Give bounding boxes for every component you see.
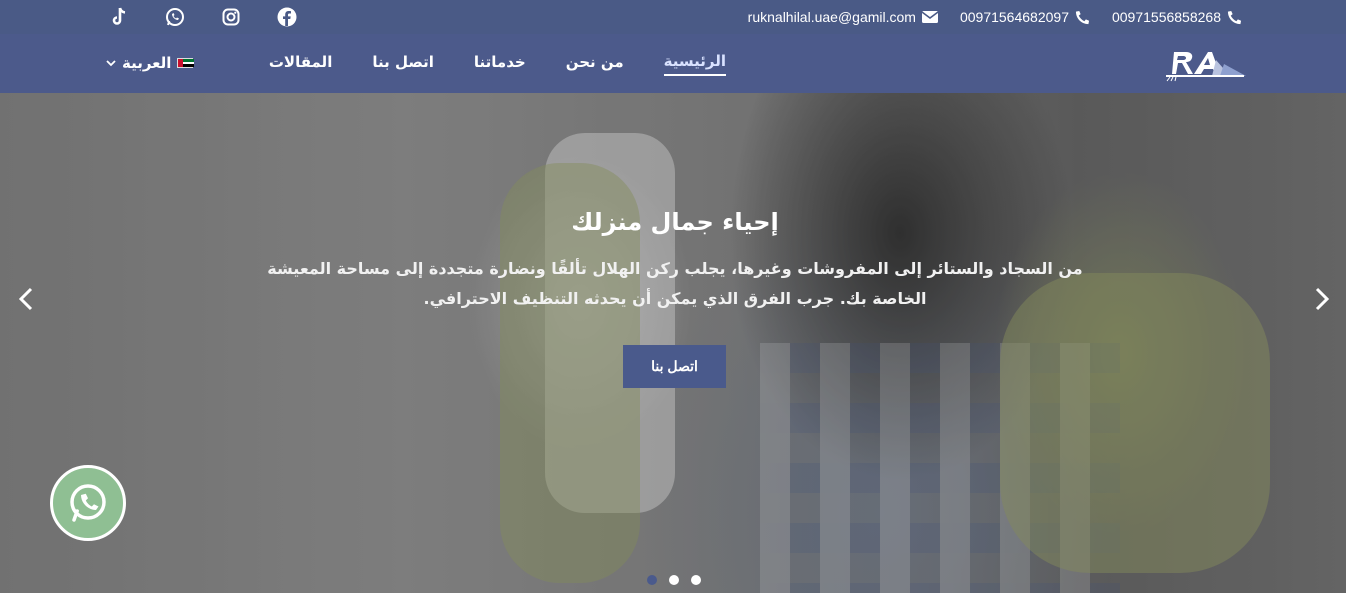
instagram-icon[interactable] <box>220 6 242 28</box>
slider-dot-1[interactable] <box>647 575 657 585</box>
uae-flag-icon <box>177 58 195 68</box>
chevron-right-icon <box>1315 287 1329 311</box>
nav-item-contact[interactable]: اتصل بنا <box>372 53 434 75</box>
hero-overlay <box>0 93 1346 593</box>
slider-dot-2[interactable] <box>669 575 679 585</box>
slider-prev-arrow[interactable] <box>14 283 38 315</box>
nav-item-home[interactable]: الرئيسية <box>663 52 726 76</box>
nav-item-about[interactable]: من نحن <box>566 53 624 75</box>
contact-info: ruknalhilal.uae@gamil.com 00971564682097… <box>748 0 1242 34</box>
social-links <box>108 6 298 28</box>
facebook-icon[interactable] <box>276 6 298 28</box>
hero-slider: إحياء جمال منزلك من السجاد والستائر إلى … <box>0 93 1346 593</box>
slider-dots <box>647 575 701 585</box>
email-text: ruknalhilal.uae@gamil.com <box>747 9 916 25</box>
phone-link-1[interactable]: 00971564682097 <box>960 9 1090 25</box>
hero-text-line-1: من السجاد والستائر إلى المفروشات وغيرها،… <box>267 259 1083 278</box>
phone-link-2[interactable]: 00971556858268 <box>1112 9 1242 25</box>
nav-item-services[interactable]: خدماتنا <box>474 53 526 75</box>
language-label: العربية <box>122 54 172 72</box>
phone-icon <box>1227 10 1242 24</box>
tiktok-icon[interactable] <box>108 6 130 28</box>
hero-title: إحياء جمال منزلك <box>571 208 779 236</box>
nav-menu: الرئيسية من نحن خدماتنا اتصل بنا المقالا… <box>269 34 726 93</box>
chevron-left-icon <box>19 287 33 311</box>
hero-content: إحياء جمال منزلك من السجاد والستائر إلى … <box>260 208 1090 314</box>
phone-text-2: 00971556858268 <box>1111 9 1221 25</box>
slider-next-arrow[interactable] <box>1310 283 1334 315</box>
nav-item-articles[interactable]: المقالات <box>269 53 333 75</box>
envelope-icon <box>921 11 938 23</box>
whatsapp-icon <box>70 484 106 522</box>
site-logo[interactable] <box>1164 46 1246 82</box>
phone-text-1: 00971564682097 <box>959 9 1069 25</box>
whatsapp-float-button[interactable] <box>50 465 126 541</box>
contact-us-button[interactable]: اتصل بنا <box>623 345 726 388</box>
top-bar: ruknalhilal.uae@gamil.com 00971564682097… <box>0 0 1346 34</box>
phone-icon <box>1075 10 1090 24</box>
hero-text-line-2: الخاصة بك. جرب الفرق الذي يمكن أن يحدثه … <box>423 289 927 308</box>
language-switcher[interactable]: العربية <box>106 54 195 72</box>
main-navbar: العربية الرئيسية من نحن خدماتنا اتصل بنا… <box>0 34 1346 93</box>
slider-dot-3[interactable] <box>691 575 701 585</box>
chevron-down-icon <box>106 59 116 66</box>
email-link[interactable]: ruknalhilal.uae@gamil.com <box>748 9 938 25</box>
whatsapp-icon[interactable] <box>164 6 186 28</box>
